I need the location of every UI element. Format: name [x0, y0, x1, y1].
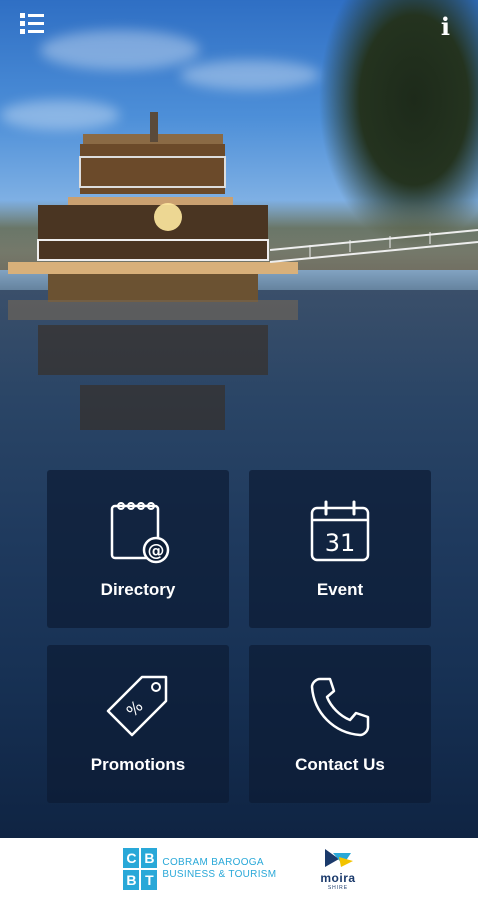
menu-list-icon[interactable] [18, 10, 46, 38]
contact-us-label: Contact Us [295, 755, 385, 774]
svg-text:%: % [123, 697, 147, 721]
home-screen: i @ Directory 31 Event % Promotions Cont… [0, 0, 478, 838]
svg-text:@: @ [148, 541, 165, 561]
moira-name: moira [320, 871, 356, 885]
directory-tile[interactable]: @ Directory [47, 470, 229, 628]
cloud [180, 60, 320, 90]
percent-tag-icon: % [106, 675, 168, 737]
jetty-bridge [270, 229, 478, 263]
calendar-day-text: 31 [325, 529, 356, 557]
cbbt-line-1: COBRAM BAROOGA [162, 857, 264, 868]
cbbt-line-2: BUSINESS & TOURISM [162, 869, 277, 880]
contact-us-tile[interactable]: Contact Us [249, 645, 431, 803]
moira-sub: SHIRE [327, 885, 349, 891]
directory-calendar-at-icon: @ [110, 502, 170, 564]
promotions-tile[interactable]: % Promotions [47, 645, 229, 803]
directory-label: Directory [100, 580, 176, 599]
cbbt-letter: T [140, 869, 159, 891]
event-label: Event [316, 580, 364, 599]
calendar-31-icon: 31 [310, 500, 370, 562]
cbbt-logo: C B B T COBRAM BAROOGA BUSINESS & TOURIS… [122, 847, 276, 891]
boat-reflection [8, 300, 298, 430]
event-tile[interactable]: 31 Event [249, 470, 431, 628]
paddle-steamer-image [8, 112, 298, 302]
info-icon[interactable]: i [441, 12, 450, 41]
sponsor-footer: C B B T COBRAM BAROOGA BUSINESS & TOURIS… [0, 838, 478, 900]
cbbt-letter: B [122, 869, 141, 891]
moira-mark-icon [324, 849, 353, 867]
cbbt-letter: C [122, 847, 141, 869]
moira-shire-logo: moira SHIRE [320, 847, 355, 891]
cbbt-letter: B [140, 847, 159, 869]
cloud [40, 30, 200, 70]
promotions-label: Promotions [90, 755, 186, 774]
cbbt-letter-grid: C B B T [122, 847, 159, 891]
cbbt-wordmark: COBRAM BAROOGA BUSINESS & TOURISM [162, 857, 276, 881]
phone-icon [310, 677, 370, 737]
